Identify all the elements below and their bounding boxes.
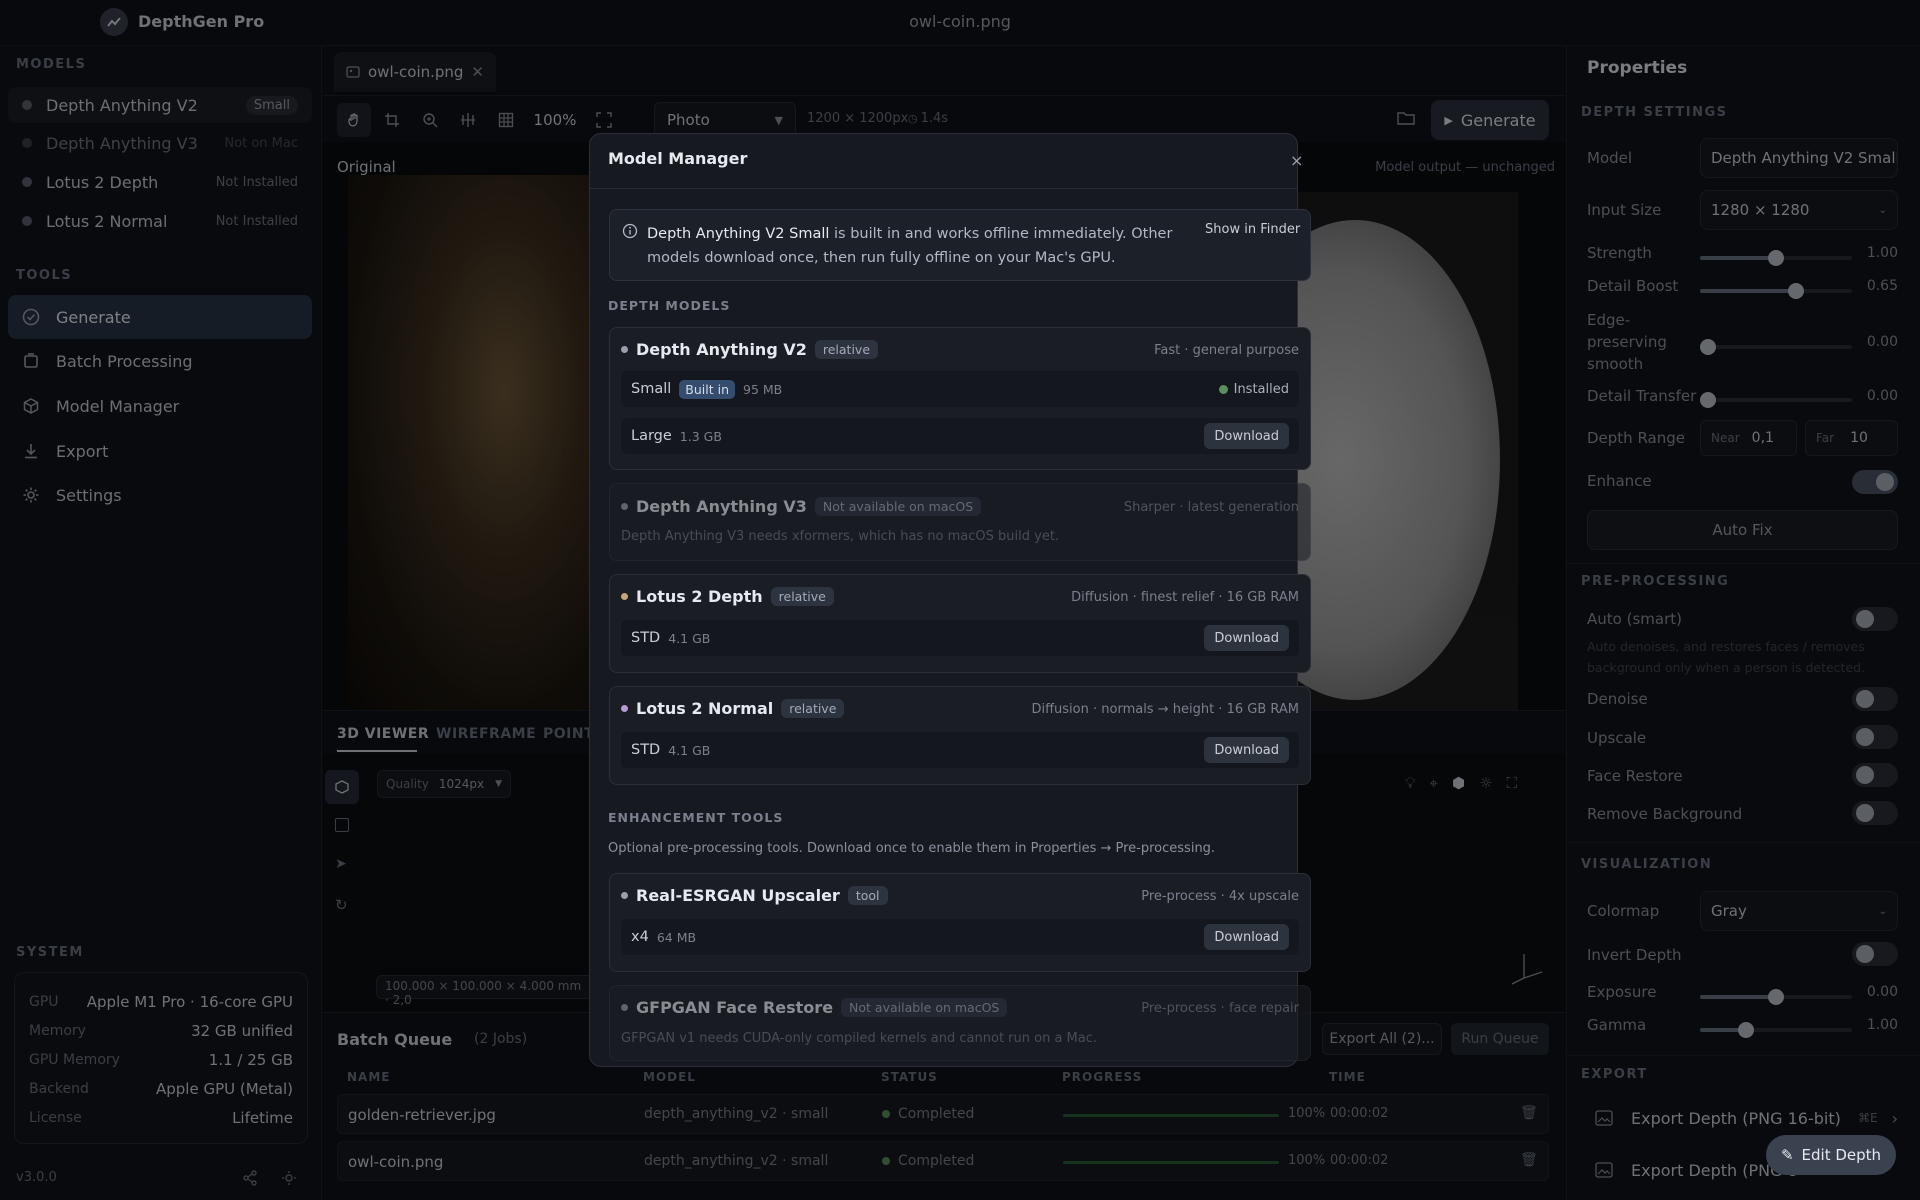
status-dot xyxy=(621,593,628,600)
model-badge: relative xyxy=(770,587,834,606)
info-icon xyxy=(622,223,638,239)
model-card-title: Real-ESRGAN Upscaler tool xyxy=(621,886,888,905)
status-dot xyxy=(621,705,628,712)
variant-size: 64 MB xyxy=(656,929,697,945)
model-card-title: GFPGAN Face Restore Not available on macO… xyxy=(621,998,1008,1017)
download-button[interactable]: Download xyxy=(1204,924,1289,950)
model-badge: tool xyxy=(847,886,888,905)
model-badge: Not available on macOS xyxy=(814,497,982,516)
model-card-desc: Fast · general purpose xyxy=(1154,343,1299,358)
enhancement-tools-label: ENHANCEMENT TOOLS xyxy=(608,810,784,825)
model-title-text: Lotus 2 Normal xyxy=(636,699,774,718)
model-card-desc: Sharper · latest generation xyxy=(1123,500,1299,515)
model-card-depth-anything-v3 xyxy=(609,483,1311,561)
tool-card-gfpgan xyxy=(609,985,1311,1061)
variant-size: 4.1 GB xyxy=(668,630,711,646)
info-text-bold: Depth Anything V2 Small xyxy=(647,226,830,242)
model-card-title: Depth Anything V3 Not available on macOS xyxy=(621,497,982,516)
variant-size: 1.3 GB xyxy=(679,428,722,444)
installed-status: Installed xyxy=(1219,382,1289,397)
close-icon[interactable]: × xyxy=(1290,151,1306,170)
info-text: Depth Anything V2 Small is built in and … xyxy=(647,222,1197,270)
model-title-text: Real-ESRGAN Upscaler xyxy=(636,886,840,905)
model-card-title: Depth Anything V2 relative xyxy=(621,340,879,359)
model-badge: relative xyxy=(781,699,845,718)
variant-name: Small xyxy=(631,381,672,397)
model-card-title: Lotus 2 Normal relative xyxy=(621,699,845,718)
download-button[interactable]: Download xyxy=(1204,625,1289,651)
variant-row-x4: x4 64 MB Download xyxy=(621,919,1299,955)
status-dot xyxy=(621,346,628,353)
variant-row-std: STD 4.1 GB Download xyxy=(621,732,1299,768)
status-dot xyxy=(621,1004,628,1011)
model-card-desc: Pre-process · face repair xyxy=(1141,1001,1299,1016)
model-title-text: GFPGAN Face Restore xyxy=(636,998,834,1017)
enhancement-desc: Optional pre-processing tools. Download … xyxy=(608,841,1216,856)
download-button[interactable]: Download xyxy=(1204,737,1289,763)
model-card-desc: Diffusion · finest relief · 16 GB RAM xyxy=(1071,590,1299,605)
variant-name: Large xyxy=(631,428,672,444)
model-title-text: Depth Anything V2 xyxy=(636,340,807,359)
variant-name: x4 xyxy=(631,929,649,945)
variant-row-large: Large 1.3 GB Download xyxy=(621,418,1299,454)
divider xyxy=(590,188,1297,189)
model-card-note: Depth Anything V3 needs xformers, which … xyxy=(621,529,1060,544)
variant-row-small: Small Built in 95 MB Installed xyxy=(621,371,1299,407)
status-dot xyxy=(621,503,628,510)
model-badge: Not available on macOS xyxy=(841,998,1008,1017)
model-card-note: GFPGAN v1 needs CUDA-only compiled kerne… xyxy=(621,1031,1098,1046)
download-button[interactable]: Download xyxy=(1204,423,1289,449)
built-in-badge: Built in xyxy=(679,379,735,399)
model-card-desc: Pre-process · 4x upscale xyxy=(1141,889,1299,904)
model-card-desc: Diffusion · normals → height · 16 GB RAM xyxy=(1031,702,1299,717)
show-in-finder-link[interactable]: Show in Finder xyxy=(1205,222,1300,237)
variant-name: STD xyxy=(631,742,661,758)
status-dot xyxy=(621,892,628,899)
depth-models-label: DEPTH MODELS xyxy=(608,298,731,313)
variant-size: 4.1 GB xyxy=(668,742,711,758)
variant-size: 95 MB xyxy=(743,381,783,397)
model-title-text: Lotus 2 Depth xyxy=(636,587,763,606)
edit-depth-label: Edit Depth xyxy=(1801,1146,1882,1164)
variant-name: STD xyxy=(631,630,661,646)
dialog-title: Model Manager xyxy=(608,149,748,168)
edit-depth-button[interactable]: ✎ Edit Depth xyxy=(1766,1135,1896,1175)
pencil-icon: ✎ xyxy=(1780,1146,1794,1164)
model-card-title: Lotus 2 Depth relative xyxy=(621,587,834,606)
model-title-text: Depth Anything V3 xyxy=(636,497,807,516)
model-badge: relative xyxy=(814,340,879,359)
variant-row-std: STD 4.1 GB Download xyxy=(621,620,1299,656)
